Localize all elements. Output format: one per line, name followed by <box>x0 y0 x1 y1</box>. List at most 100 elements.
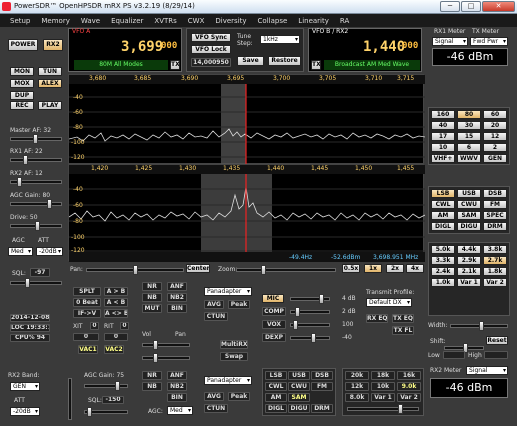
slider-thumb[interactable] <box>133 265 138 275</box>
rx2-agc-gain-slider[interactable] <box>84 381 128 391</box>
vac1-button[interactable]: VAC1 <box>78 345 98 354</box>
vfo-a-tx-button[interactable]: TX <box>170 60 180 70</box>
zoom-1x-button[interactable]: 1x <box>364 264 382 273</box>
slider-thumb[interactable] <box>23 155 28 165</box>
filter-button[interactable]: 2.1k <box>457 267 481 276</box>
rx2-ctun-button[interactable]: CTUN <box>204 404 228 413</box>
zoom-4x-button[interactable]: 4x <box>406 264 424 273</box>
slider-thumb[interactable] <box>47 199 52 209</box>
att2-select[interactable]: -20dB <box>10 407 40 416</box>
mode-button[interactable]: CWU <box>457 200 481 209</box>
tx-filter-button[interactable]: TX FL <box>392 326 414 335</box>
high-value[interactable] <box>484 351 508 359</box>
tx-meter-select[interactable]: Fwd Pwr <box>470 37 508 46</box>
swap-button[interactable]: Swap <box>220 352 248 361</box>
rx2-button[interactable]: RX2 <box>43 39 63 51</box>
filter-button[interactable]: 1.8k <box>483 267 507 276</box>
vfo-lock-button[interactable]: VFO Lock <box>191 45 231 54</box>
mode-button[interactable]: CWL <box>431 200 455 209</box>
restore-button[interactable]: Restore <box>268 56 301 66</box>
transmit-profile-select[interactable]: Default DX <box>366 298 412 307</box>
slider-thumb[interactable] <box>311 333 316 343</box>
rx2-nb-button[interactable]: NB <box>142 382 162 391</box>
low-value[interactable] <box>443 351 465 359</box>
filter-button[interactable]: 5.0k <box>431 245 455 254</box>
rx2-peak-button[interactable]: Peak <box>228 392 250 401</box>
vfo-a-frequency[interactable]: 3,699 <box>121 39 163 55</box>
xit-zero-button[interactable]: 0 <box>90 322 99 330</box>
mute-button[interactable]: MUT <box>142 304 162 313</box>
band-button[interactable]: 80 <box>457 110 481 119</box>
rx2-meter-select[interactable]: Signal <box>466 366 508 375</box>
mic-button[interactable]: MIC <box>262 294 284 303</box>
filter-button[interactable]: 2.9k <box>457 256 481 265</box>
band-button[interactable]: 20 <box>483 121 507 130</box>
slider-thumb[interactable] <box>25 278 30 288</box>
menu-ra[interactable]: RA <box>340 17 349 25</box>
sql-slider[interactable] <box>10 278 62 288</box>
slider-thumb[interactable] <box>87 407 92 417</box>
xit-value[interactable]: 0 <box>73 333 99 341</box>
slider-thumb[interactable] <box>35 221 40 231</box>
slider-thumb[interactable] <box>319 294 324 304</box>
slider-thumb[interactable] <box>295 307 300 317</box>
att-select[interactable]: -20dB <box>36 247 63 256</box>
band-button[interactable]: 40 <box>431 121 455 130</box>
menu-linearity[interactable]: Linearity <box>298 17 329 25</box>
menu-diversity[interactable]: Diversity <box>215 17 246 25</box>
rx2-display-mode-select[interactable]: Panadapter <box>204 376 252 385</box>
vfo-sync-button[interactable]: VFO Sync <box>191 33 231 42</box>
band-button[interactable]: 17 <box>431 132 455 141</box>
rx2-band-select[interactable]: GEN <box>10 382 40 391</box>
mode-button[interactable]: FM <box>483 200 507 209</box>
mon-button[interactable]: MON <box>10 67 34 76</box>
rx2-vol-slider[interactable] <box>68 378 72 420</box>
filter-button[interactable]: 2.4k <box>431 267 455 276</box>
zoom-0-5x-button[interactable]: 0.5x <box>342 264 360 273</box>
rx2-mode-button[interactable]: LSB <box>265 371 287 380</box>
slider-thumb[interactable] <box>115 381 120 391</box>
menu-xvtrs[interactable]: XVTRs <box>154 17 176 25</box>
nr-button[interactable]: NR <box>142 282 162 291</box>
band-button[interactable]: 60 <box>483 110 507 119</box>
mode-button[interactable]: SAM <box>457 211 481 220</box>
rx2-avg-button[interactable]: AVG <box>204 392 224 401</box>
slider-thumb[interactable] <box>398 404 403 414</box>
width-slider[interactable] <box>450 321 508 331</box>
filter-button[interactable]: 4.4k <box>457 245 481 254</box>
comp-slider[interactable] <box>290 307 330 317</box>
nb2-button[interactable]: NB2 <box>167 293 187 302</box>
agc-select[interactable]: Med <box>8 247 33 256</box>
drive-slider[interactable] <box>10 221 62 231</box>
filter-button[interactable]: 2.7k <box>483 256 507 265</box>
mode-button[interactable]: DIGU <box>457 222 481 231</box>
rx2-bin-button[interactable]: BIN <box>167 393 187 402</box>
power-button[interactable]: POWER <box>8 39 38 51</box>
display-mode-select[interactable]: Panadapter <box>204 287 252 296</box>
rx2-anf-button[interactable]: ANF <box>167 371 187 380</box>
rx2-filter-button[interactable]: 20k <box>345 371 369 380</box>
split-button[interactable]: SPLT <box>73 287 101 296</box>
band-button[interactable]: 12 <box>483 132 507 141</box>
filter-button[interactable]: Var 1 <box>457 278 481 287</box>
band-button[interactable]: VHF+ <box>431 154 455 163</box>
peak-button[interactable]: Peak <box>228 300 250 309</box>
vfo-b-tx-button[interactable]: TX <box>311 60 321 70</box>
zoom-2x-button[interactable]: 2x <box>386 264 404 273</box>
menu-cwx[interactable]: CWX <box>188 17 205 25</box>
rx2-agc-select[interactable]: Med <box>167 406 193 415</box>
rx1-meter-select[interactable]: Signal <box>432 37 468 46</box>
a-swap-b-button[interactable]: A <> B <box>104 309 128 318</box>
tun-button[interactable]: TUN <box>38 67 62 76</box>
filter-button[interactable]: 1.0k <box>431 278 455 287</box>
rx2-mode-button[interactable]: DRM <box>311 404 333 413</box>
save-button[interactable]: Save <box>237 56 264 66</box>
mode-button[interactable]: AM <box>431 211 455 220</box>
pan-slider[interactable] <box>86 265 184 275</box>
rx2-af-slider[interactable] <box>10 177 62 187</box>
bin-button[interactable]: BIN <box>167 304 187 313</box>
vfo-b-frequency[interactable]: 1,440 <box>363 39 405 55</box>
filter-button[interactable]: 3.8k <box>483 245 507 254</box>
menu-memory[interactable]: Memory <box>41 17 69 25</box>
shift-slider[interactable] <box>444 343 484 353</box>
